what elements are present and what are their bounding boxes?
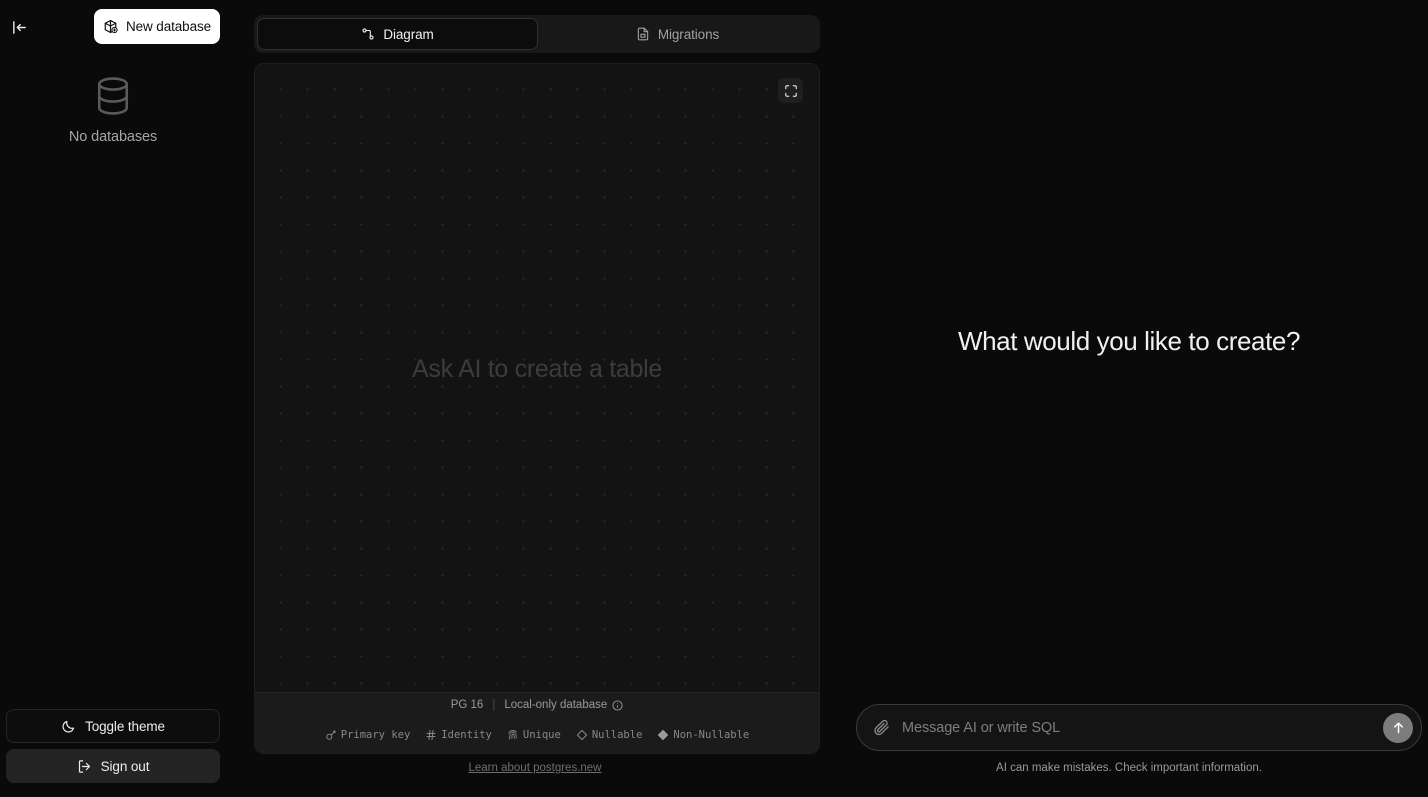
legend-item-identity: Identity: [425, 729, 492, 741]
hash-icon: [425, 729, 437, 741]
canvas-empty-hint: Ask AI to create a table: [412, 355, 662, 383]
key-icon: [325, 729, 337, 741]
legend-item-primary-key: Primary key: [325, 729, 411, 741]
sidebar-header: New database: [0, 0, 226, 52]
paperclip-icon[interactable]: [873, 719, 890, 736]
legend-label-identity: Identity: [441, 729, 492, 741]
diagram-legend: Primary key Identity Unique Nullable Non…: [255, 717, 819, 753]
diagram-canvas-container: Ask AI to create a table PG 16 | Local-o…: [254, 63, 820, 754]
fingerprint-icon: [507, 729, 519, 741]
legend-label-nullable: Nullable: [591, 729, 643, 741]
diamond-outline-icon: [576, 729, 588, 741]
ai-composer: [856, 704, 1422, 751]
sign-out-button[interactable]: Sign out: [6, 749, 220, 783]
local-only-database-status[interactable]: Local-only database: [504, 699, 623, 711]
diagram-canvas[interactable]: Ask AI to create a table: [255, 64, 819, 692]
pg-version-label: PG 16: [450, 699, 484, 711]
sidebar: New database No databases Toggle theme S…: [0, 0, 226, 797]
legend-item-nullable: Nullable: [576, 729, 643, 741]
databases-empty-label: No databases: [68, 129, 158, 145]
local-only-database-label: Local-only database: [504, 699, 608, 711]
ai-disclaimer: AI can make mistakes. Check important in…: [996, 762, 1262, 774]
fullscreen-expand-icon[interactable]: [778, 78, 803, 103]
databases-empty-state: No databases: [0, 74, 226, 145]
ai-panel: What would you like to create? AI can ma…: [830, 0, 1428, 797]
ai-headline: What would you like to create?: [957, 326, 1301, 356]
panel-collapse-left-icon[interactable]: [7, 15, 31, 39]
toggle-theme-label: Toggle theme: [85, 718, 165, 734]
tab-diagram[interactable]: Diagram: [257, 18, 538, 50]
tab-migrations[interactable]: Migrations: [538, 18, 817, 50]
tab-diagram-label: Diagram: [383, 26, 434, 42]
new-database-button[interactable]: New database: [94, 9, 220, 44]
sidebar-footer: Toggle theme Sign out: [0, 709, 226, 797]
toggle-theme-button[interactable]: Toggle theme: [6, 709, 220, 743]
database-plus-icon: [103, 19, 118, 34]
diagram-panel: Diagram Migrations Ask AI to create a ta…: [252, 0, 820, 797]
legend-label-primary-key: Primary key: [340, 729, 411, 741]
learn-about-link[interactable]: Learn about postgres.new: [252, 762, 818, 774]
database-status-bar: PG 16 | Local-only database: [255, 692, 819, 717]
sign-out-icon: [77, 759, 92, 774]
legend-item-unique: Unique: [507, 729, 561, 741]
workflow-nodes-icon: [361, 27, 375, 41]
tab-bar: Diagram Migrations: [254, 15, 820, 53]
legend-label-unique: Unique: [522, 729, 561, 741]
status-separator: |: [492, 699, 496, 711]
app-root: New database No databases Toggle theme S…: [0, 0, 1428, 797]
diamond-filled-icon: [657, 729, 669, 741]
legend-label-non-nullable: Non-Nullable: [673, 729, 750, 741]
moon-icon: [61, 719, 76, 734]
file-document-icon: [636, 27, 650, 41]
tab-migrations-label: Migrations: [657, 26, 720, 42]
ai-message-input[interactable]: [902, 719, 1371, 736]
legend-item-non-nullable: Non-Nullable: [657, 729, 749, 741]
send-message-button[interactable]: [1383, 712, 1413, 743]
new-database-label: New database: [125, 19, 212, 34]
database-cylinder-icon: [91, 74, 135, 118]
info-circle-icon[interactable]: [612, 699, 623, 711]
sign-out-label: Sign out: [100, 758, 150, 774]
